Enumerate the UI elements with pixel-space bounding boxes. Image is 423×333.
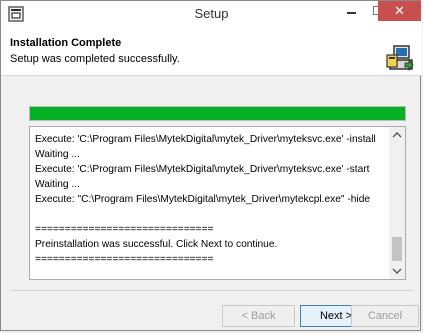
scroll-up-icon[interactable] bbox=[389, 127, 405, 143]
header-subtitle: Setup was completed successfully. bbox=[10, 53, 180, 65]
log-lines: Execute: 'C:\Program Files\MytekDigital\… bbox=[35, 132, 385, 267]
wizard-header: Installation Complete Setup was complete… bbox=[1, 27, 422, 76]
log-line: Waiting ... bbox=[35, 179, 80, 190]
scroll-thumb[interactable] bbox=[392, 237, 402, 261]
details-log[interactable]: Execute: 'C:\Program Files\MytekDigital\… bbox=[29, 126, 406, 280]
close-button[interactable]: ✕ bbox=[378, 1, 421, 21]
minimize-button[interactable] bbox=[339, 1, 365, 21]
log-line: Preinstallation was successful. Click Ne… bbox=[35, 239, 278, 250]
back-button[interactable]: < Back bbox=[222, 305, 295, 327]
log-scrollbar[interactable] bbox=[389, 127, 405, 279]
log-line: Execute: 'C:\Program Files\MytekDigital\… bbox=[35, 134, 376, 145]
setup-window: Setup ✕ Installation Complete Setup was … bbox=[0, 0, 422, 331]
progress-bar bbox=[29, 106, 406, 121]
log-line: ============================== bbox=[35, 254, 214, 265]
log-line: ============================== bbox=[35, 224, 214, 235]
footer-divider bbox=[11, 290, 413, 291]
installer-computer-icon bbox=[386, 45, 414, 72]
header-title: Installation Complete bbox=[10, 37, 122, 49]
title-bar[interactable]: Setup ✕ bbox=[1, 1, 422, 27]
scroll-down-icon[interactable] bbox=[389, 263, 405, 279]
log-line: Execute: 'C:\Program Files\MytekDigital\… bbox=[35, 164, 370, 175]
close-icon: ✕ bbox=[394, 3, 405, 18]
cancel-button[interactable]: Cancel bbox=[351, 305, 419, 327]
log-line: Waiting ... bbox=[35, 149, 80, 160]
progress-fill bbox=[30, 107, 405, 120]
log-line: Execute: "C:\Program Files\MytekDigital\… bbox=[35, 194, 371, 205]
